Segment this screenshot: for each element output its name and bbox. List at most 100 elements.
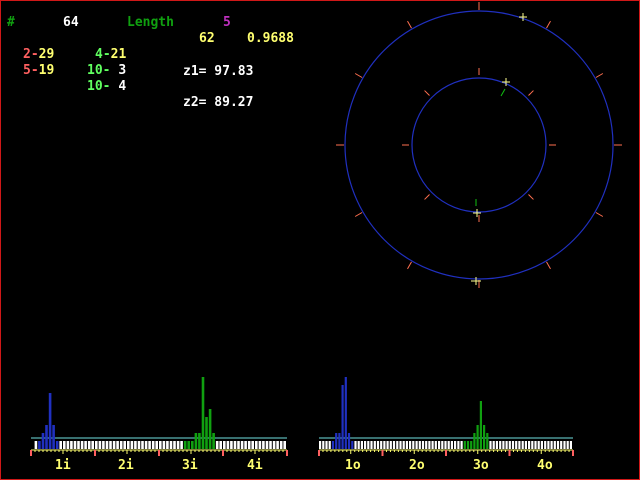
histogram-bar	[367, 441, 370, 449]
histogram-bar	[109, 441, 112, 449]
histogram-bar	[553, 441, 556, 449]
green-pointer-top	[500, 88, 506, 97]
histogram-bar	[544, 441, 547, 449]
histogram-bar	[537, 441, 540, 449]
histogram-bar	[389, 441, 392, 449]
hist-inner-label-3: 3i	[182, 458, 198, 473]
histogram-bar	[98, 441, 102, 449]
histogram-bar	[360, 441, 363, 449]
histogram-bar	[380, 441, 383, 449]
histogram-bar	[351, 441, 354, 449]
ring-tick-inner	[528, 194, 534, 200]
histogram-bar	[194, 433, 198, 449]
histogram-bar	[357, 441, 360, 449]
hist-inner-label-4: 4i	[247, 458, 263, 473]
crosshair-markers	[471, 13, 527, 285]
ring-tick-inner	[424, 90, 430, 96]
histogram-bar	[428, 441, 431, 449]
histogram-bar	[127, 441, 130, 449]
histogram-bar	[205, 417, 208, 449]
histogram-bar	[237, 441, 240, 449]
histogram-bar	[418, 441, 421, 449]
ring-diagram	[336, 2, 622, 288]
histogram-bar	[550, 441, 553, 449]
ring-tick-outer	[595, 73, 604, 78]
histogram-bar	[48, 393, 52, 449]
histogram-bar	[137, 441, 141, 449]
histogram-bar	[38, 441, 41, 449]
histogram-bar	[208, 409, 212, 449]
histogram-bar	[566, 441, 569, 449]
ring-tick-inner	[528, 90, 534, 96]
histogram-bar	[84, 441, 87, 449]
histogram-bar	[276, 441, 279, 449]
histogram-bar	[141, 441, 144, 449]
histogram-bar	[91, 441, 94, 449]
histogram-bar	[502, 441, 505, 449]
histogram-bar	[347, 433, 351, 449]
histogram-bar	[119, 441, 123, 449]
ring-ticks	[336, 2, 622, 288]
histogram-bar	[130, 441, 134, 449]
histogram-bar	[331, 441, 335, 449]
histogram-bar	[569, 441, 572, 449]
histogram-bar	[376, 441, 380, 449]
histogram-bar	[258, 441, 262, 449]
histogram-bar	[540, 441, 543, 449]
histogram-bar	[335, 433, 338, 449]
histogram-bar	[505, 441, 508, 449]
histogram-bar	[41, 433, 45, 449]
histogram-bar	[55, 441, 59, 449]
histogram-bar	[34, 441, 38, 449]
ring-tick-outer	[354, 212, 363, 217]
histogram-bar	[447, 441, 450, 449]
histogram-bar	[159, 441, 162, 449]
histogram-bar	[215, 441, 219, 449]
histogram-bar	[272, 441, 276, 449]
histogram-bar	[434, 441, 437, 449]
histogram-bar	[219, 441, 222, 449]
histogram-bar	[486, 433, 489, 449]
histogram-bar	[123, 441, 126, 449]
histogram-bar	[59, 441, 62, 449]
graphics-canvas	[30, 2, 622, 456]
histogram-bar	[511, 441, 515, 449]
histogram-bar	[73, 441, 77, 449]
histogram-bar	[547, 441, 550, 449]
histogram-bar	[344, 377, 347, 449]
histogram-bar	[499, 441, 502, 449]
histogram-bar	[508, 441, 511, 449]
histogram-bar	[479, 401, 482, 449]
histogram-bar	[450, 441, 453, 449]
histogram-bar	[155, 441, 158, 449]
histogram-bar	[105, 441, 109, 449]
histogram-bar	[399, 441, 402, 449]
histogram-bar	[392, 441, 396, 449]
histogram-bar	[269, 441, 272, 449]
histogram-bar	[279, 441, 283, 449]
histogram-bar	[521, 441, 524, 449]
histogram-bar	[412, 441, 415, 449]
histogram-bar	[166, 441, 169, 449]
ring-tick-outer	[407, 261, 412, 270]
ring-tick-inner	[424, 194, 430, 200]
histogram-bar	[87, 441, 91, 449]
histogram-bar	[489, 441, 492, 449]
histogram-bar	[431, 441, 434, 449]
histogram-bar	[223, 441, 226, 449]
histogram-bar	[102, 441, 105, 449]
histogram-bar	[373, 441, 376, 449]
histogram-bar	[255, 441, 258, 449]
histogram-bar	[247, 441, 251, 449]
histogram-bar	[201, 377, 205, 449]
ring-tick-outer	[595, 212, 604, 217]
histogram-bar	[370, 441, 373, 449]
histogram-bar	[244, 441, 247, 449]
histogram-bar	[198, 433, 201, 449]
histogram-bar	[265, 441, 269, 449]
hist-outer-label-3: 3o	[473, 458, 489, 473]
histogram-bar	[338, 433, 341, 449]
histogram-bar	[402, 441, 405, 449]
histogram-bar	[212, 433, 215, 449]
histogram-bar	[415, 441, 418, 449]
